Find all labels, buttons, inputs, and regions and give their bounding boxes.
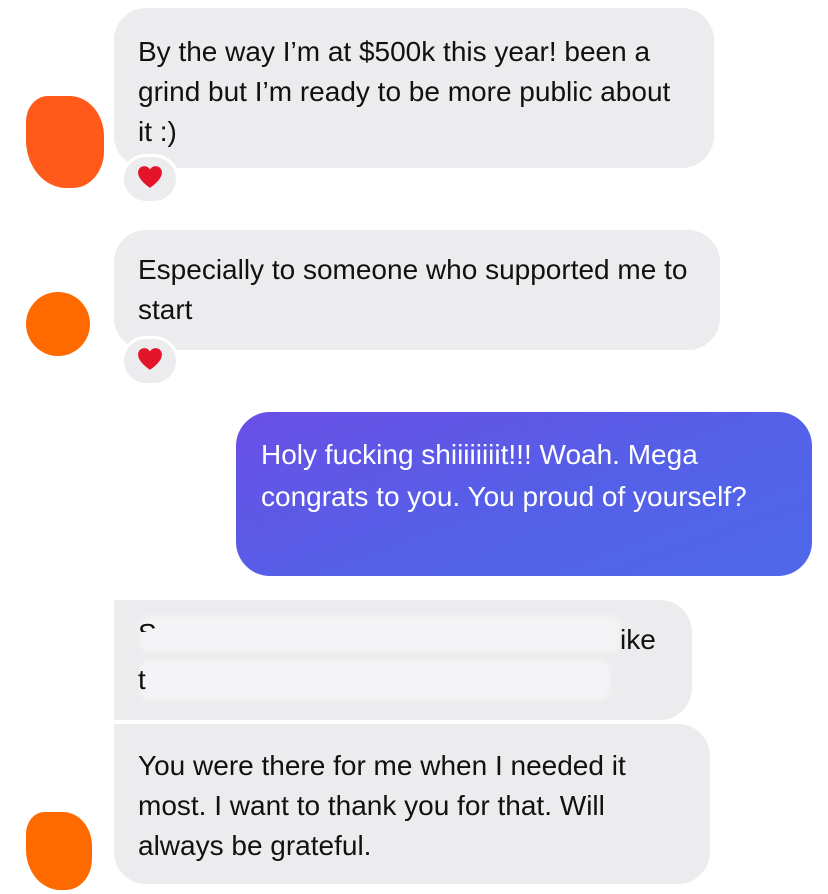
message-bubble-outgoing[interactable]: Holy fucking shiiiiiiiit!!! Woah. Mega c… bbox=[236, 412, 812, 576]
avatar bbox=[26, 292, 90, 356]
message-text: Holy fucking shiiiiiiiit!!! Woah. Mega c… bbox=[261, 439, 747, 512]
message-bubble-incoming[interactable]: By the way I’m at $500k this year! been … bbox=[114, 8, 714, 168]
redaction-blur bbox=[140, 616, 620, 652]
message-bubble-incoming[interactable]: You were there for me when I needed it m… bbox=[114, 724, 710, 884]
heart-icon bbox=[137, 165, 163, 194]
reaction-badge[interactable] bbox=[121, 336, 179, 386]
message-text: Especially to someone who supported me t… bbox=[138, 254, 688, 325]
message-text: You were there for me when I needed it m… bbox=[138, 750, 626, 861]
message-bubble-incoming[interactable]: Especially to someone who supported me t… bbox=[114, 230, 720, 350]
message-text: By the way I’m at $500k this year! been … bbox=[138, 36, 671, 147]
message-fragment: ike bbox=[620, 624, 656, 655]
heart-icon bbox=[137, 347, 163, 376]
redaction-blur bbox=[140, 660, 610, 700]
avatar bbox=[26, 96, 104, 188]
avatar bbox=[26, 812, 92, 890]
reaction-badge[interactable] bbox=[121, 154, 179, 204]
